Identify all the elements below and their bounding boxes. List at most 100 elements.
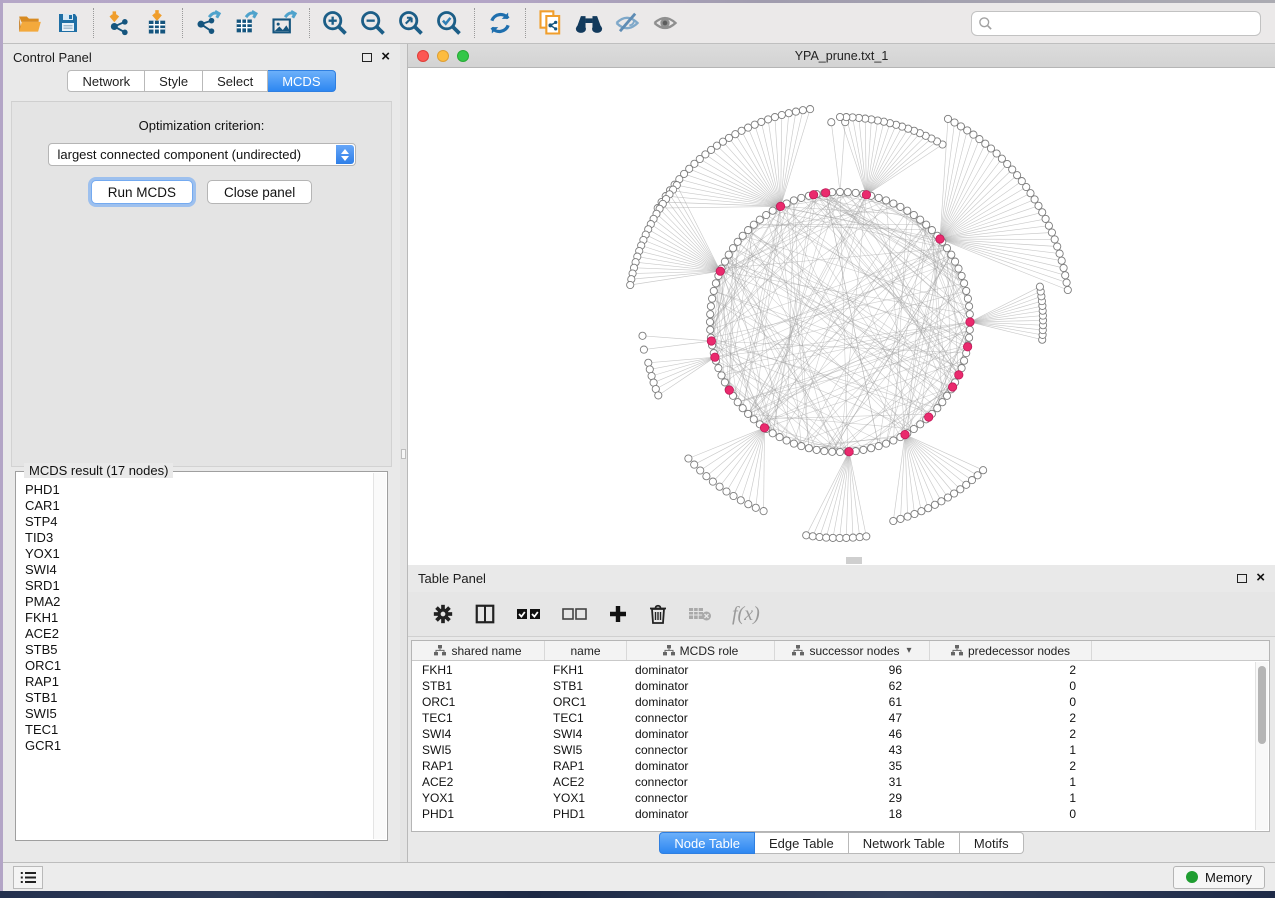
mcds-list-scrollbar[interactable] bbox=[373, 473, 386, 839]
save-icon[interactable] bbox=[49, 6, 87, 40]
table-row[interactable]: ACE2ACE2connector311 bbox=[412, 774, 1255, 790]
mcds-result-item[interactable]: SWI4 bbox=[25, 562, 373, 578]
column-layout-icon[interactable] bbox=[474, 603, 496, 625]
optimization-criterion-select[interactable]: largest connected component (undirected) bbox=[48, 143, 356, 166]
export-table-icon[interactable] bbox=[227, 6, 265, 40]
zoom-fit-icon[interactable] bbox=[392, 6, 430, 40]
mcds-result-item[interactable]: CAR1 bbox=[25, 498, 373, 514]
tab-motifs[interactable]: Motifs bbox=[960, 832, 1024, 854]
table-scrollbar-thumb[interactable] bbox=[1258, 666, 1266, 744]
task-list-button[interactable] bbox=[13, 866, 43, 889]
table-row[interactable]: PHD1PHD1dominator180 bbox=[412, 806, 1255, 822]
search-input[interactable] bbox=[971, 11, 1261, 36]
mcds-result-item[interactable]: PMA2 bbox=[25, 594, 373, 610]
mcds-result-item[interactable]: STP4 bbox=[25, 514, 373, 530]
float-table-panel-icon[interactable] bbox=[1237, 574, 1247, 583]
eye-icon[interactable] bbox=[646, 6, 684, 40]
table-row[interactable]: FKH1FKH1dominator962 bbox=[412, 662, 1255, 678]
float-panel-icon[interactable] bbox=[362, 53, 372, 62]
column-header-successor-nodes[interactable]: successor nodes▾ bbox=[775, 641, 930, 660]
mcds-result-item[interactable]: RAP1 bbox=[25, 674, 373, 690]
tab-select[interactable]: Select bbox=[203, 70, 268, 92]
table-row[interactable]: SWI5SWI5connector431 bbox=[412, 742, 1255, 758]
zoom-in-icon[interactable] bbox=[316, 6, 354, 40]
tab-mcds[interactable]: MCDS bbox=[268, 70, 335, 92]
tab-node-table[interactable]: Node Table bbox=[659, 832, 755, 854]
search-box bbox=[971, 11, 1261, 36]
mcds-result-item[interactable]: FKH1 bbox=[25, 610, 373, 626]
column-header-shared-name[interactable]: shared name bbox=[412, 641, 545, 660]
tab-style[interactable]: Style bbox=[145, 70, 203, 92]
mcds-result-item[interactable]: TEC1 bbox=[25, 722, 373, 738]
toggle-visibility-icon[interactable] bbox=[608, 6, 646, 40]
export-network-icon[interactable] bbox=[189, 6, 227, 40]
duplicate-network-icon[interactable] bbox=[532, 6, 570, 40]
tab-edge-table[interactable]: Edge Table bbox=[755, 832, 849, 854]
mcds-result-item[interactable]: TID3 bbox=[25, 530, 373, 546]
gear-icon[interactable] bbox=[432, 603, 454, 625]
network-graph[interactable] bbox=[408, 68, 1275, 564]
mcds-result-item[interactable]: YOX1 bbox=[25, 546, 373, 562]
add-icon[interactable] bbox=[608, 604, 628, 624]
close-panel-icon[interactable]: × bbox=[381, 52, 390, 62]
table-cell: YOX1 bbox=[412, 791, 545, 805]
memory-button[interactable]: Memory bbox=[1173, 866, 1265, 889]
table-cell: RAP1 bbox=[545, 759, 627, 773]
mcds-result-item[interactable]: ORC1 bbox=[25, 658, 373, 674]
table-cell: 43 bbox=[775, 743, 930, 757]
table-cell: 0 bbox=[930, 679, 1092, 693]
zoom-out-icon[interactable] bbox=[354, 6, 392, 40]
zoom-selected-icon[interactable] bbox=[430, 6, 468, 40]
table-row[interactable]: SWI4SWI4dominator462 bbox=[412, 726, 1255, 742]
delete-table-icon[interactable] bbox=[688, 605, 712, 623]
function-builder-icon[interactable]: f(x) bbox=[732, 603, 760, 626]
tab-network-table[interactable]: Network Table bbox=[849, 832, 960, 854]
column-header-name[interactable]: name bbox=[545, 641, 627, 660]
table-row[interactable]: ORC1ORC1dominator610 bbox=[412, 694, 1255, 710]
node-table: shared namenameMCDS rolesuccessor nodes▾… bbox=[411, 640, 1270, 832]
table-cell: STB1 bbox=[412, 679, 545, 693]
table-cell: TEC1 bbox=[412, 711, 545, 725]
mcds-result-title: MCDS result (17 nodes) bbox=[24, 463, 173, 478]
divider-grip[interactable] bbox=[401, 449, 406, 459]
panel-divider[interactable] bbox=[400, 44, 407, 862]
optimization-criterion-value: largest connected component (undirected) bbox=[58, 147, 302, 162]
canvas-scroll-grip[interactable] bbox=[846, 557, 862, 564]
table-cell: TEC1 bbox=[545, 711, 627, 725]
table-cell: connector bbox=[627, 743, 775, 757]
toolbar-separator bbox=[525, 8, 526, 38]
close-panel-button[interactable]: Close panel bbox=[207, 180, 312, 204]
search-binoculars-icon[interactable] bbox=[570, 6, 608, 40]
mcds-result-item[interactable]: STB5 bbox=[25, 642, 373, 658]
table-scrollbar[interactable] bbox=[1255, 662, 1268, 830]
mcds-result-item[interactable]: SWI5 bbox=[25, 706, 373, 722]
table-row[interactable]: TEC1TEC1connector472 bbox=[412, 710, 1255, 726]
table-row[interactable]: YOX1YOX1connector291 bbox=[412, 790, 1255, 806]
memory-status-icon bbox=[1186, 871, 1198, 883]
export-image-icon[interactable] bbox=[265, 6, 303, 40]
network-canvas[interactable] bbox=[408, 68, 1275, 564]
mcds-result-item[interactable]: PHD1 bbox=[25, 482, 373, 498]
run-mcds-button[interactable]: Run MCDS bbox=[91, 180, 193, 204]
table-row[interactable]: RAP1RAP1dominator352 bbox=[412, 758, 1255, 774]
import-network-icon[interactable] bbox=[100, 6, 138, 40]
deselect-all-icon[interactable] bbox=[562, 606, 588, 622]
mcds-result-item[interactable]: GCR1 bbox=[25, 738, 373, 754]
table-row[interactable]: STB1STB1dominator620 bbox=[412, 678, 1255, 694]
table-cell: RAP1 bbox=[412, 759, 545, 773]
column-header-MCDS-role[interactable]: MCDS role bbox=[627, 641, 775, 660]
column-header-predecessor-nodes[interactable]: predecessor nodes bbox=[930, 641, 1092, 660]
optimization-criterion-label: Optimization criterion: bbox=[12, 118, 391, 133]
select-all-icon[interactable] bbox=[516, 606, 542, 622]
mcds-result-item[interactable]: STB1 bbox=[25, 690, 373, 706]
table-cell: 47 bbox=[775, 711, 930, 725]
open-folder-icon[interactable] bbox=[11, 6, 49, 40]
delete-icon[interactable] bbox=[648, 603, 668, 625]
tab-network[interactable]: Network bbox=[67, 70, 145, 92]
refresh-icon[interactable] bbox=[481, 6, 519, 40]
close-table-panel-icon[interactable]: × bbox=[1256, 573, 1265, 583]
mcds-result-item[interactable]: SRD1 bbox=[25, 578, 373, 594]
table-cell: ORC1 bbox=[545, 695, 627, 709]
import-table-icon[interactable] bbox=[138, 6, 176, 40]
mcds-result-item[interactable]: ACE2 bbox=[25, 626, 373, 642]
